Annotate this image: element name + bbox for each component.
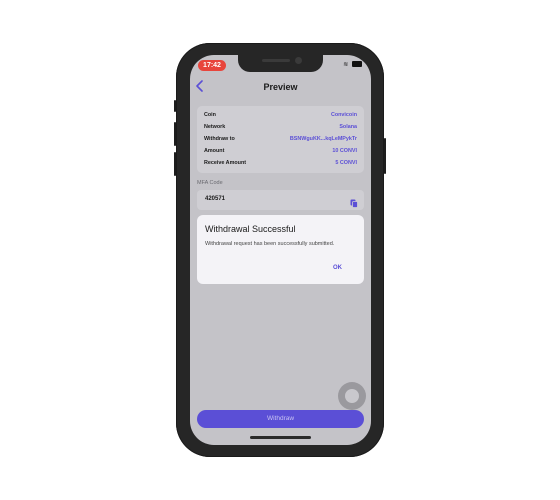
wifi-icon: ≋ (343, 62, 350, 68)
status-icons: ≋ (343, 61, 362, 68)
detail-label: Amount (204, 148, 225, 154)
notch (238, 55, 323, 72)
assistive-touch-icon (345, 389, 359, 403)
detail-value: BSNWguKK...kqLeMPykTr (289, 136, 357, 142)
withdraw-button[interactable]: Withdraw (197, 410, 364, 428)
withdraw-details-card: Coin Convicoin Network Solana Withdraw t… (197, 106, 364, 173)
detail-label: Coin (204, 112, 216, 118)
mute-switch (174, 100, 176, 112)
front-camera (295, 57, 302, 64)
detail-value: 10 CONVI (332, 148, 357, 154)
detail-value: 5 CONVI (335, 160, 357, 166)
success-dialog: Withdrawal Successful Withdrawal request… (197, 215, 364, 284)
paste-icon[interactable] (350, 195, 358, 208)
volume-up-button (174, 122, 176, 146)
detail-row-coin: Coin Convicoin (204, 110, 357, 120)
status-time: 17:42 (198, 60, 226, 71)
mfa-label: MFA Code (197, 180, 223, 186)
page-title: Preview (263, 82, 298, 92)
speaker (262, 59, 290, 62)
power-button (384, 138, 386, 174)
battery-icon (352, 61, 362, 68)
dialog-title: Withdrawal Successful (205, 224, 296, 234)
volume-down-button (174, 152, 176, 176)
detail-row-network: Network Solana (204, 122, 357, 132)
app-screen: 17:42 ≋ Preview Coin Convicoin Network S… (190, 55, 371, 445)
detail-label: Network (204, 124, 226, 130)
home-indicator (250, 436, 311, 439)
dialog-message: Withdrawal request has been successfully… (205, 241, 335, 247)
ok-button[interactable]: OK (333, 265, 342, 271)
mfa-code-value: 420571 (205, 196, 226, 202)
detail-label: Withdraw to (204, 136, 235, 142)
detail-row-amount: Amount 10 CONVI (204, 146, 357, 156)
assistive-touch-button[interactable] (338, 382, 366, 410)
detail-value: Solana (339, 124, 357, 130)
detail-label: Receive Amount (204, 160, 247, 166)
mfa-code-field[interactable]: 420571 (197, 190, 364, 210)
detail-row-withdraw-to: Withdraw to BSNWguKK...kqLeMPykTr (204, 134, 357, 144)
detail-value: Convicoin (330, 112, 357, 118)
detail-row-receive-amount: Receive Amount 5 CONVI (204, 158, 357, 168)
